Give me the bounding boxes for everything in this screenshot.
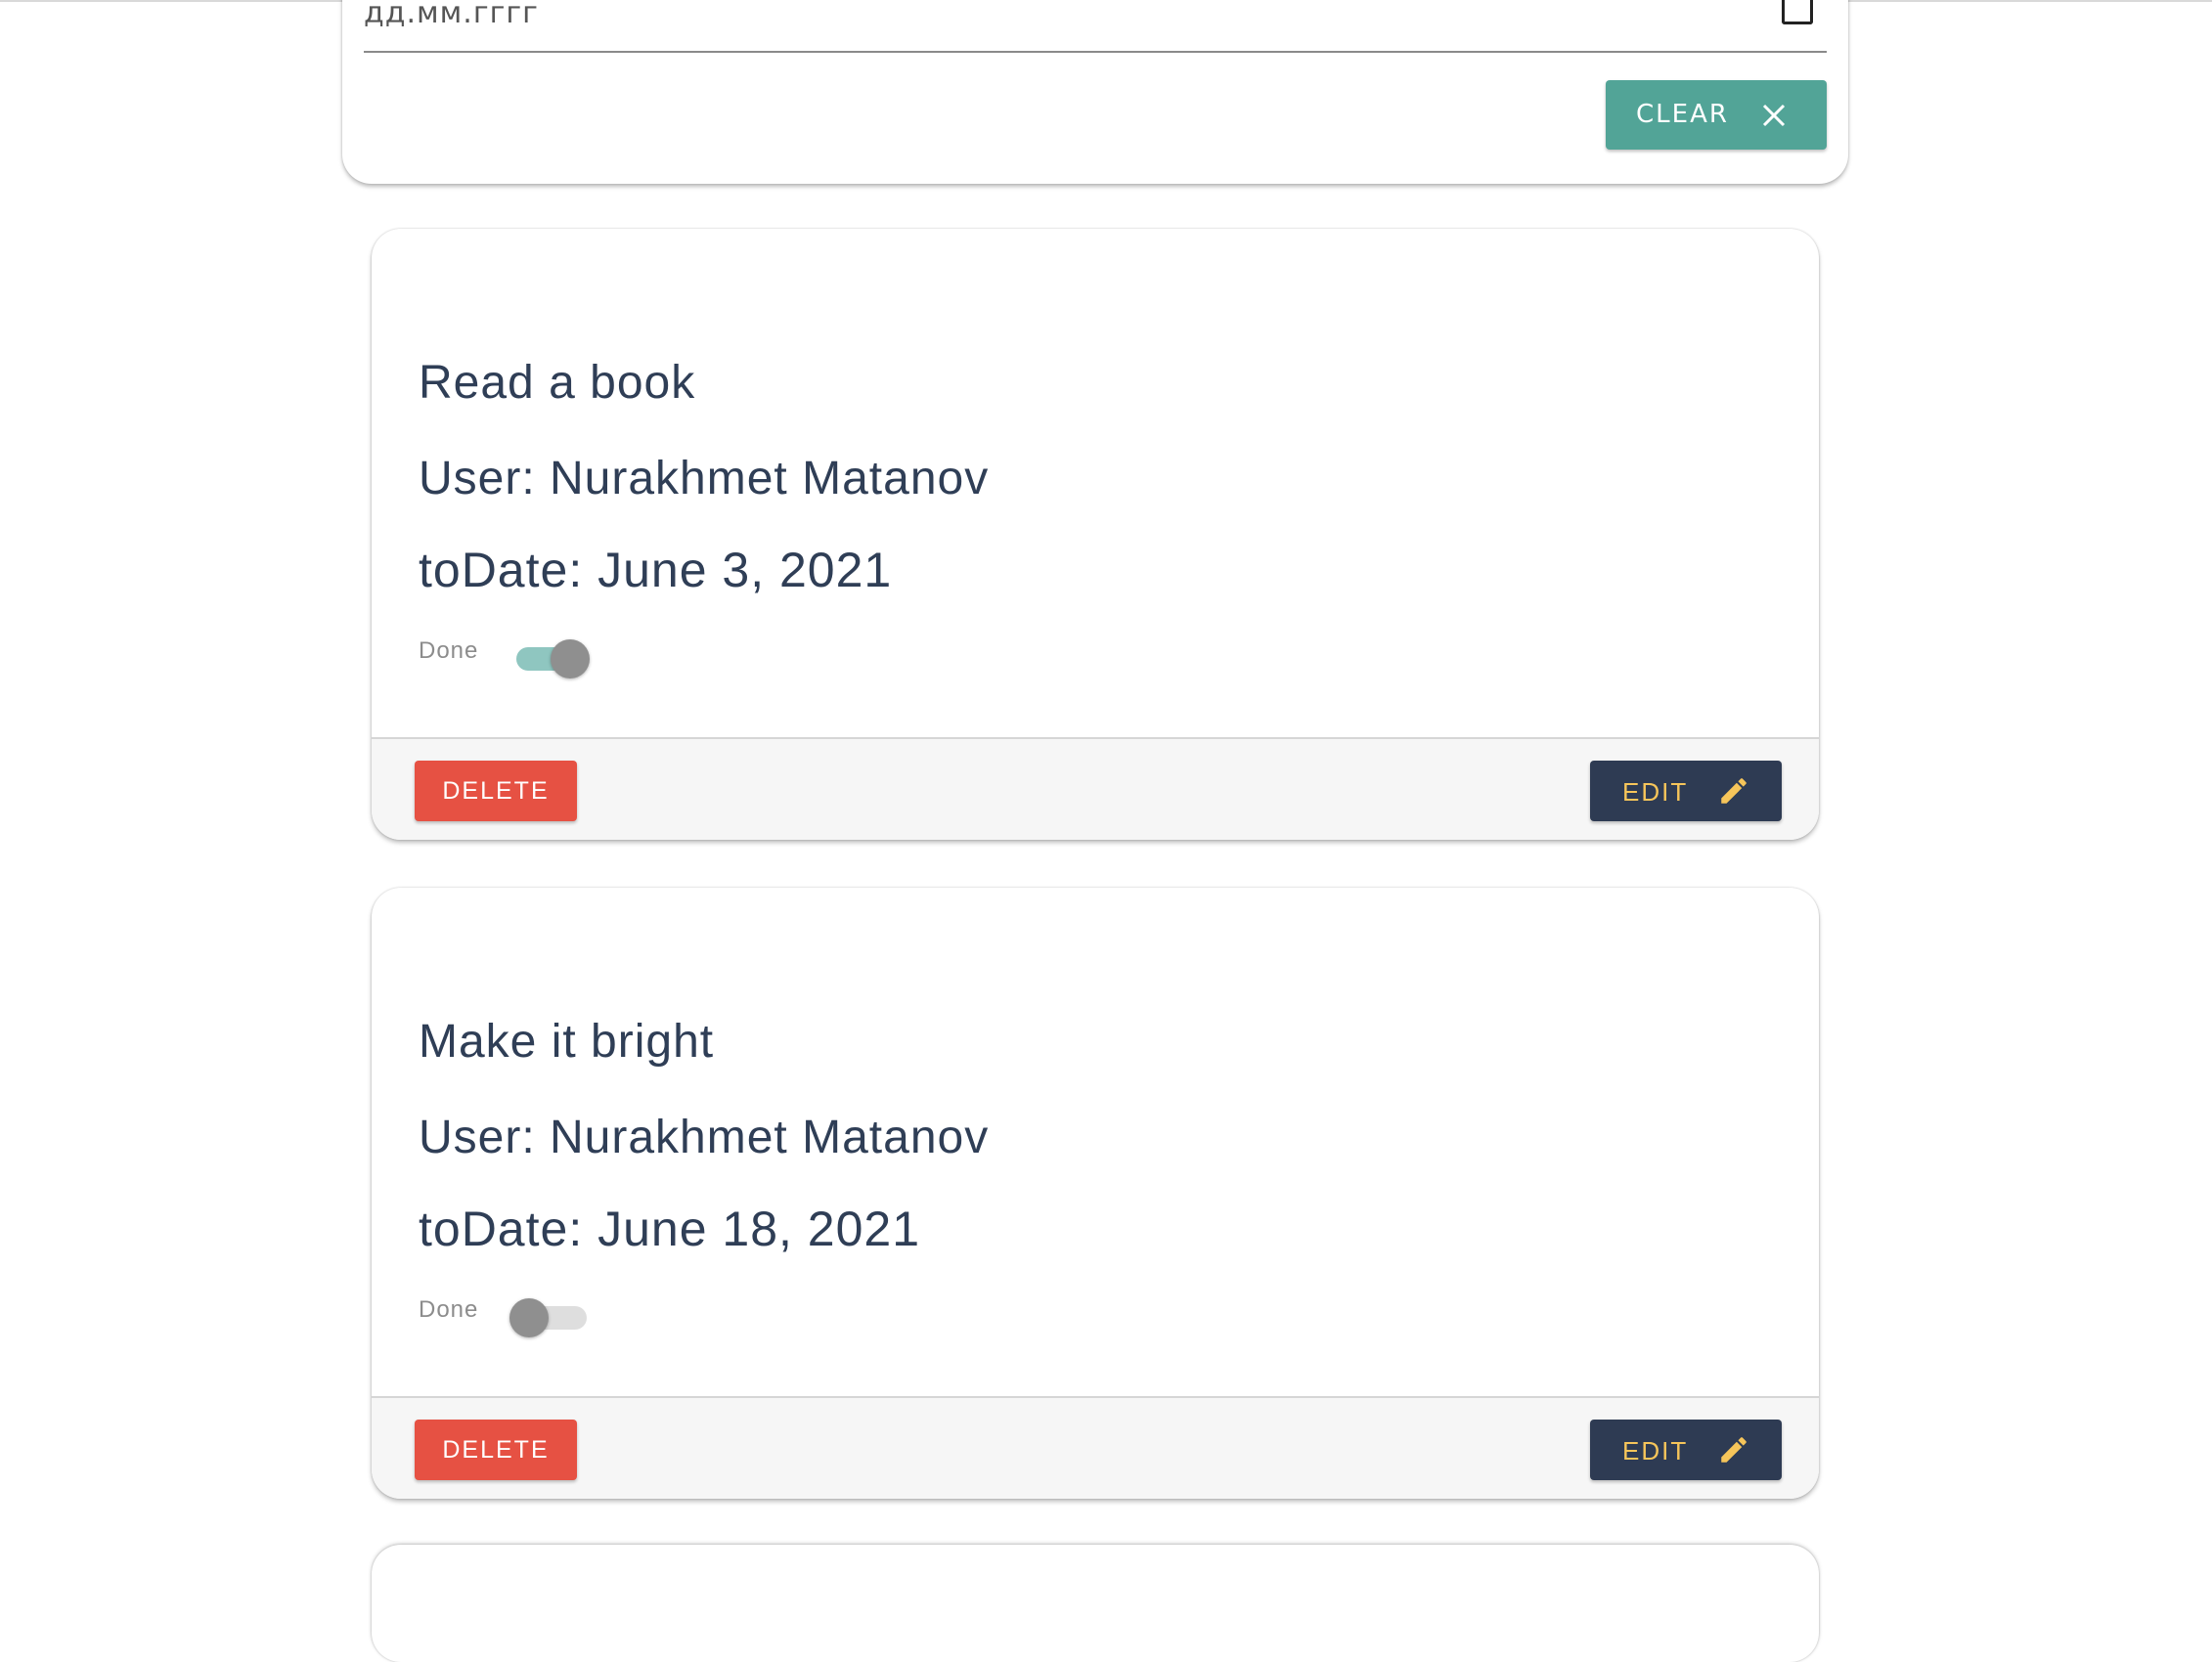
pencil-icon — [1721, 1437, 1747, 1463]
done-label: Done — [419, 637, 479, 664]
todo-card: Read a book User: Nurakhmet Matanov toDa… — [372, 229, 1819, 840]
edit-button[interactable]: EDIT — [1590, 1420, 1782, 1480]
card-footer: DELETE EDIT — [372, 737, 1819, 840]
todo-user: User: Nurakhmet Matanov — [419, 1112, 990, 1163]
edit-button-label: EDIT — [1622, 777, 1689, 807]
date-filter-input[interactable]: дд.мм.гггг — [364, 0, 1827, 53]
todo-card-partial — [372, 1545, 1819, 1662]
todo-card: Make it bright User: Nurakhmet Matanov t… — [372, 888, 1819, 1499]
done-label: Done — [419, 1296, 479, 1323]
todo-title: Make it bright — [419, 1016, 715, 1068]
close-icon — [1762, 104, 1786, 127]
delete-button[interactable]: DELETE — [415, 761, 577, 821]
clear-button-label: CLEAR — [1636, 100, 1729, 129]
todo-to-date: toDate: June 18, 2021 — [419, 1202, 921, 1256]
clear-button[interactable]: CLEAR — [1606, 80, 1827, 150]
calendar-icon[interactable] — [1782, 0, 1813, 24]
todo-user: User: Nurakhmet Matanov — [419, 453, 990, 504]
done-toggle[interactable] — [513, 635, 594, 678]
todo-to-date: toDate: June 3, 2021 — [419, 543, 893, 597]
todo-title: Read a book — [419, 357, 696, 409]
delete-button[interactable]: DELETE — [415, 1420, 577, 1480]
date-placeholder: дд.мм.гггг — [364, 0, 539, 30]
edit-button-label: EDIT — [1622, 1436, 1689, 1465]
done-toggle[interactable] — [509, 1294, 594, 1337]
card-footer: DELETE EDIT — [372, 1396, 1819, 1499]
edit-button[interactable]: EDIT — [1590, 761, 1782, 821]
pencil-icon — [1721, 778, 1747, 804]
toggle-thumb — [551, 639, 590, 678]
toggle-thumb — [509, 1298, 549, 1337]
